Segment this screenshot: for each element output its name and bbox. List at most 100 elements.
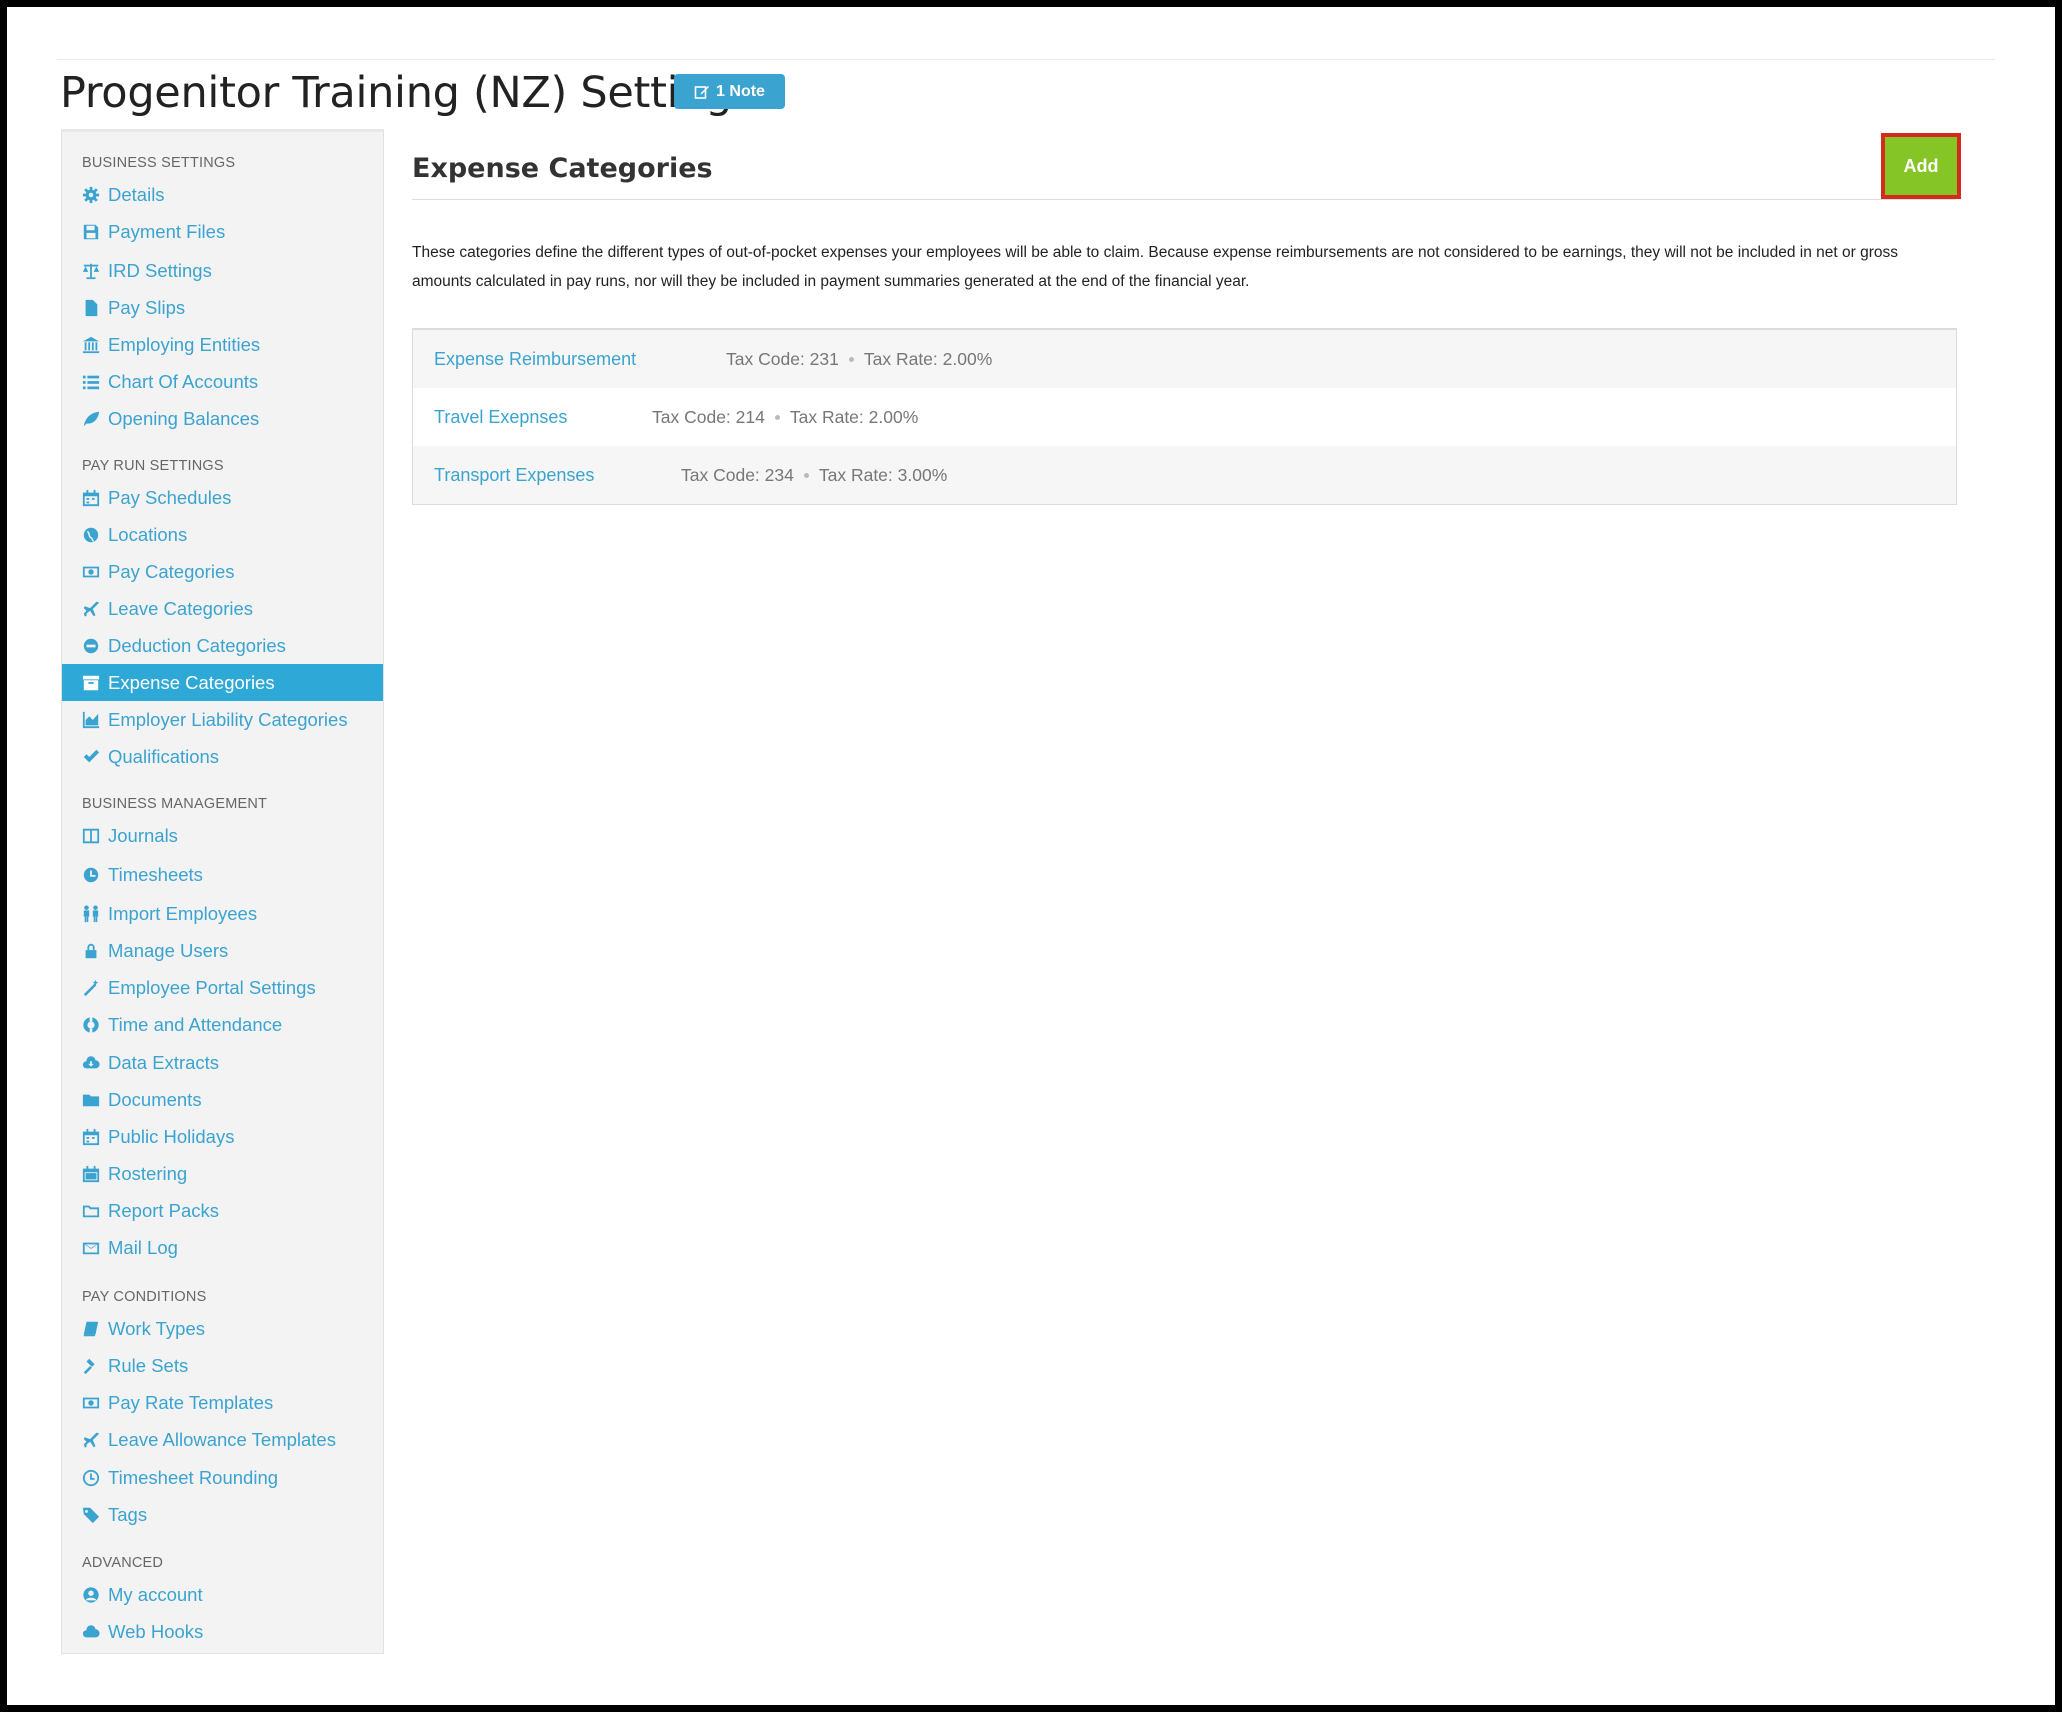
chart-icon bbox=[81, 710, 101, 730]
sidebar-item-label: Employer Liability Categories bbox=[108, 708, 348, 730]
bank-icon bbox=[81, 335, 101, 355]
category-meta: Tax Code: 231 Tax Rate: 2.00% bbox=[726, 349, 992, 370]
sidebar-item-label: Report Packs bbox=[108, 1199, 220, 1221]
columns-icon bbox=[81, 826, 101, 846]
lock-icon bbox=[81, 941, 101, 961]
sidebar-item-time-and-attendance[interactable]: Time and Attendance bbox=[62, 1006, 383, 1043]
sidebar-item-my-account[interactable]: My account bbox=[62, 1576, 383, 1613]
sidebar-item-payment-files[interactable]: Payment Files bbox=[62, 213, 383, 250]
file-icon bbox=[81, 298, 101, 318]
sidebar-item-work-types[interactable]: Work Types bbox=[62, 1310, 383, 1347]
sidebar-item-label: Pay Slips bbox=[108, 296, 186, 318]
sidebar-item-label: Tags bbox=[108, 1503, 148, 1525]
scale-icon bbox=[81, 261, 101, 281]
tax-code: Tax Code: 234 bbox=[681, 464, 794, 485]
sidebar-item-leave-allowance-templates[interactable]: Leave Allowance Templates bbox=[62, 1421, 383, 1458]
sidebar-item-qualifications[interactable]: Qualifications bbox=[62, 738, 383, 775]
sidebar-item-pay-slips[interactable]: Pay Slips bbox=[62, 289, 383, 326]
sidebar-item-label: Timesheets bbox=[108, 863, 203, 885]
sidebar-item-label: Public Holidays bbox=[108, 1125, 235, 1147]
sidebar-item-rostering[interactable]: Rostering bbox=[62, 1155, 383, 1192]
sidebar-item-pay-rate-templates[interactable]: Pay Rate Templates bbox=[62, 1384, 383, 1421]
tax-rate: Tax Rate: 3.00% bbox=[818, 464, 948, 485]
sidebar-item-import-employees[interactable]: Import Employees bbox=[62, 895, 383, 932]
leaf-icon bbox=[81, 409, 101, 429]
sidebar-item-ird-settings[interactable]: IRD Settings bbox=[62, 252, 383, 289]
sidebar-item-label: Payment Files bbox=[108, 220, 226, 242]
plane-icon bbox=[81, 599, 101, 619]
sidebar-item-label: Employing Entities bbox=[108, 333, 261, 355]
book-icon bbox=[81, 1319, 101, 1339]
archive-icon bbox=[81, 673, 101, 693]
sidebar-item-timesheets[interactable]: Timesheets bbox=[62, 856, 383, 893]
description-text: These categories define the different ty… bbox=[412, 244, 1898, 290]
sidebar-item-leave-categories[interactable]: Leave Categories bbox=[62, 590, 383, 627]
sidebar-item-report-packs[interactable]: Report Packs bbox=[62, 1192, 383, 1229]
category-meta: Tax Code: 214 Tax Rate: 2.00% bbox=[652, 407, 918, 428]
folder-outline-icon bbox=[81, 1201, 101, 1221]
section-title-business-settings: BUSINESS SETTINGS bbox=[82, 155, 236, 171]
sidebar-item-documents[interactable]: Documents bbox=[62, 1081, 383, 1118]
sidebar-item-label: Import Employees bbox=[108, 902, 258, 924]
cloud-download-icon bbox=[81, 1053, 101, 1073]
gavel-icon bbox=[81, 1356, 101, 1376]
sidebar-item-chart-of-accounts[interactable]: Chart Of Accounts bbox=[62, 363, 383, 400]
sidebar-item-label: Journals bbox=[108, 824, 178, 846]
sidebar-item-manage-users[interactable]: Manage Users bbox=[62, 932, 383, 969]
calendar-grid-icon bbox=[81, 1164, 101, 1184]
sidebar-item-label: Rostering bbox=[108, 1162, 188, 1184]
add-button[interactable]: Add bbox=[1881, 133, 1961, 199]
list-item: Expense Reimbursement Tax Code: 231 Tax … bbox=[413, 330, 1956, 388]
category-name-link[interactable]: Travel Exepnses bbox=[434, 407, 652, 428]
sidebar-item-deduction-categories[interactable]: Deduction Categories bbox=[62, 627, 383, 664]
sidebar-item-expense-categories[interactable]: Expense Categories bbox=[62, 664, 383, 701]
cloud-icon bbox=[81, 1622, 101, 1642]
plane-icon bbox=[81, 1430, 101, 1450]
sidebar-item-rule-sets[interactable]: Rule Sets bbox=[62, 1347, 383, 1384]
lifebuoy-icon bbox=[81, 1015, 101, 1035]
tax-rate: Tax Rate: 2.00% bbox=[863, 348, 993, 369]
list-icon bbox=[81, 372, 101, 392]
sidebar-item-label: My account bbox=[108, 1583, 203, 1605]
floppy-icon bbox=[81, 222, 101, 242]
tax-rate: Tax Rate: 2.00% bbox=[789, 406, 919, 427]
sidebar-item-timesheet-rounding[interactable]: Timesheet Rounding bbox=[62, 1459, 383, 1496]
divider bbox=[412, 199, 1956, 200]
category-name-link[interactable]: Transport Expenses bbox=[434, 465, 681, 486]
sidebar-item-locations[interactable]: Locations bbox=[62, 516, 383, 553]
sidebar-item-mail-log[interactable]: Mail Log bbox=[62, 1229, 383, 1266]
tag-icon bbox=[81, 1505, 101, 1525]
sidebar-item-data-extracts[interactable]: Data Extracts bbox=[62, 1044, 383, 1081]
calendar-icon bbox=[81, 488, 101, 508]
sidebar-item-tags[interactable]: Tags bbox=[62, 1496, 383, 1533]
sidebar-item-pay-categories[interactable]: Pay Categories bbox=[62, 553, 383, 590]
sidebar-item-opening-balances[interactable]: Opening Balances bbox=[62, 400, 383, 437]
edit-icon bbox=[694, 85, 710, 99]
sidebar-item-details[interactable]: Details bbox=[62, 176, 383, 213]
user-circle-icon bbox=[81, 1585, 101, 1605]
sidebar-item-label: Pay Categories bbox=[108, 560, 235, 582]
divider bbox=[57, 59, 1995, 60]
sidebar-item-employee-portal-settings[interactable]: Employee Portal Settings bbox=[62, 969, 383, 1006]
sidebar-item-employing-entities[interactable]: Employing Entities bbox=[62, 326, 383, 363]
sidebar-item-web-hooks[interactable]: Web Hooks bbox=[62, 1613, 383, 1650]
expense-categories-list: Expense Reimbursement Tax Code: 231 Tax … bbox=[412, 328, 1957, 505]
sidebar-item-label: Manage Users bbox=[108, 939, 229, 961]
sidebar-item-employer-liability-categories[interactable]: Employer Liability Categories bbox=[62, 701, 383, 738]
sidebar-item-public-holidays[interactable]: Public Holidays bbox=[62, 1118, 383, 1155]
sidebar-item-journals[interactable]: Journals bbox=[62, 817, 383, 854]
note-button[interactable]: 1 Note bbox=[674, 74, 785, 109]
separator-dot bbox=[803, 472, 809, 478]
sidebar-item-label: Details bbox=[108, 183, 165, 205]
category-name-link[interactable]: Expense Reimbursement bbox=[434, 349, 726, 370]
sidebar-item-pay-schedules[interactable]: Pay Schedules bbox=[62, 479, 383, 516]
tax-code: Tax Code: 214 bbox=[652, 406, 765, 427]
minus-circle-icon bbox=[81, 636, 101, 656]
globe-icon bbox=[81, 525, 101, 545]
tax-code: Tax Code: 231 bbox=[726, 348, 839, 369]
envelope-icon bbox=[81, 1238, 101, 1258]
sidebar-item-label: Chart Of Accounts bbox=[108, 370, 259, 392]
sidebar-item-label: Rule Sets bbox=[108, 1354, 189, 1376]
sidebar-item-label: Mail Log bbox=[108, 1236, 178, 1258]
sidebar-item-label: Time and Attendance bbox=[108, 1013, 283, 1035]
